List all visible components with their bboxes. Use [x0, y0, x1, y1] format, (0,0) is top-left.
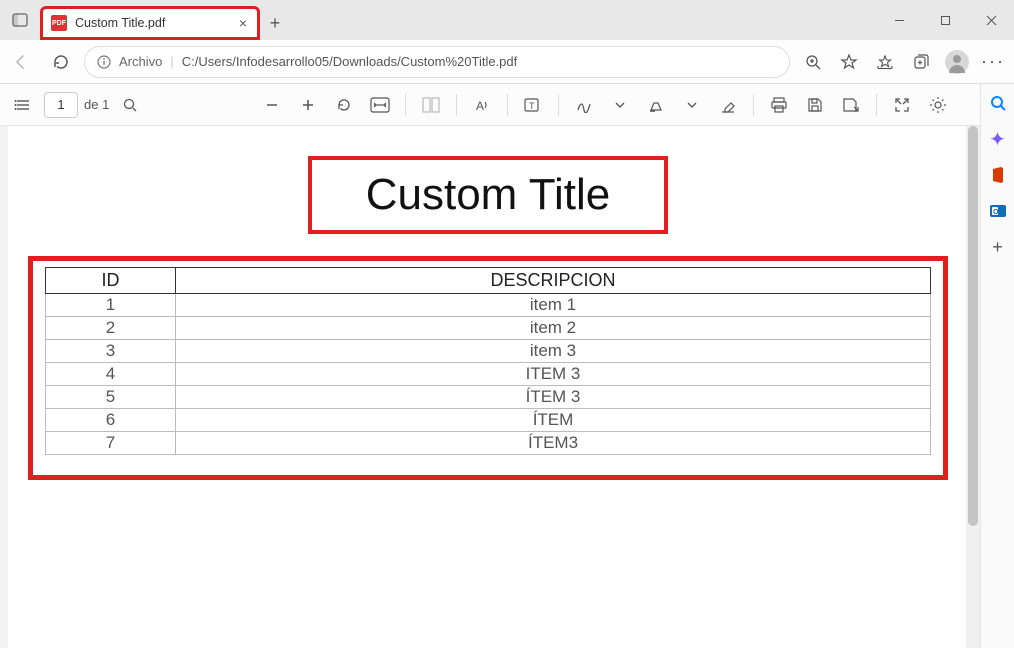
pdf-favicon-icon: PDF — [51, 15, 67, 31]
rotate-icon[interactable] — [329, 90, 359, 120]
highlight-icon[interactable] — [641, 90, 671, 120]
favorite-icon[interactable] — [832, 45, 866, 79]
sidebar-office-icon[interactable] — [987, 164, 1009, 186]
url-path: C:/Users/Infodesarrollo05/Downloads/Cust… — [182, 54, 518, 69]
add-text-icon[interactable]: T — [518, 90, 548, 120]
table-row: 5ÍTEM 3 — [46, 386, 931, 409]
pdf-page: Custom Title ID DESCRIPCION 1item 12item… — [8, 126, 968, 648]
table-row: 6ÍTEM — [46, 409, 931, 432]
sidebar-add-icon[interactable]: + — [987, 236, 1009, 258]
sidebar-search-icon[interactable] — [987, 92, 1009, 114]
zoom-out-icon[interactable] — [257, 90, 287, 120]
scrollbar-thumb[interactable] — [968, 126, 978, 526]
cell-id: 3 — [46, 340, 176, 363]
data-table: ID DESCRIPCION 1item 12item 23item 34ITE… — [45, 267, 931, 455]
window-maximize-button[interactable] — [922, 0, 968, 40]
svg-text:A: A — [476, 99, 484, 113]
window-minimize-button[interactable] — [876, 0, 922, 40]
page-view-icon[interactable] — [416, 90, 446, 120]
page-of-label: de 1 — [84, 97, 109, 112]
cell-id: 5 — [46, 386, 176, 409]
more-menu-icon[interactable]: ··· — [976, 45, 1010, 79]
find-icon[interactable] — [115, 90, 145, 120]
document-title-highlight: Custom Title — [308, 156, 668, 234]
column-header-id: ID — [46, 268, 176, 294]
table-row: 7ÍTEM3 — [46, 432, 931, 455]
sidebar-outlook-icon[interactable]: O — [987, 200, 1009, 222]
zoom-in-icon[interactable] — [293, 90, 323, 120]
address-bar-row: Archivo | C:/Users/Infodesarrollo05/Down… — [0, 40, 1014, 84]
settings-gear-icon[interactable] — [923, 90, 953, 120]
cell-desc: ÍTEM 3 — [176, 386, 931, 409]
cell-desc: item 1 — [176, 294, 931, 317]
sidebar-copilot-icon[interactable]: ✦ — [987, 128, 1009, 150]
save-as-icon[interactable] — [836, 90, 866, 120]
edge-sidebar: ✦ O + — [980, 84, 1014, 648]
pdf-viewport[interactable]: Custom Title ID DESCRIPCION 1item 12item… — [0, 126, 976, 648]
new-tab-button[interactable]: + — [260, 6, 290, 40]
window-close-button[interactable] — [968, 0, 1014, 40]
document-table-highlight: ID DESCRIPCION 1item 12item 23item 34ITE… — [28, 256, 948, 480]
contents-icon[interactable] — [8, 90, 38, 120]
info-icon — [97, 55, 111, 69]
read-aloud-icon[interactable]: A — [467, 90, 497, 120]
erase-icon[interactable] — [713, 90, 743, 120]
browser-tab[interactable]: PDF Custom Title.pdf × — [40, 6, 260, 40]
profile-avatar[interactable] — [940, 45, 974, 79]
url-scheme-label: Archivo — [119, 54, 162, 69]
cell-desc: ÍTEM3 — [176, 432, 931, 455]
chevron-down-icon[interactable] — [605, 90, 635, 120]
nav-refresh-button[interactable] — [44, 45, 78, 79]
svg-text:T: T — [529, 101, 535, 111]
cell-desc: item 2 — [176, 317, 931, 340]
fullscreen-icon[interactable] — [887, 90, 917, 120]
favorites-bar-icon[interactable] — [868, 45, 902, 79]
page-number-input[interactable] — [44, 92, 78, 118]
collections-icon[interactable] — [904, 45, 938, 79]
vertical-scrollbar[interactable] — [966, 126, 980, 648]
cell-desc: ÍTEM — [176, 409, 931, 432]
document-title: Custom Title — [324, 170, 652, 220]
table-row: 1item 1 — [46, 294, 931, 317]
zoom-icon[interactable] — [796, 45, 830, 79]
cell-id: 2 — [46, 317, 176, 340]
fit-page-icon[interactable] — [365, 90, 395, 120]
svg-text:O: O — [993, 209, 999, 216]
table-row: 4ITEM 3 — [46, 363, 931, 386]
cell-id: 7 — [46, 432, 176, 455]
chevron-down-icon[interactable] — [677, 90, 707, 120]
tab-title: Custom Title.pdf — [75, 16, 231, 30]
nav-back-button[interactable] — [4, 45, 38, 79]
cell-id: 1 — [46, 294, 176, 317]
cell-desc: ITEM 3 — [176, 363, 931, 386]
tab-actions-icon[interactable] — [0, 0, 40, 40]
window-titlebar: PDF Custom Title.pdf × + — [0, 0, 1014, 40]
print-icon[interactable] — [764, 90, 794, 120]
cell-desc: item 3 — [176, 340, 931, 363]
url-input[interactable]: Archivo | C:/Users/Infodesarrollo05/Down… — [84, 46, 790, 78]
cell-id: 4 — [46, 363, 176, 386]
table-row: 3item 3 — [46, 340, 931, 363]
tab-close-icon[interactable]: × — [239, 15, 247, 31]
cell-id: 6 — [46, 409, 176, 432]
table-row: 2item 2 — [46, 317, 931, 340]
save-icon[interactable] — [800, 90, 830, 120]
pdf-toolbar: de 1 A T — [0, 84, 1014, 126]
draw-icon[interactable] — [569, 90, 599, 120]
url-separator: | — [170, 54, 173, 69]
column-header-desc: DESCRIPCION — [176, 268, 931, 294]
